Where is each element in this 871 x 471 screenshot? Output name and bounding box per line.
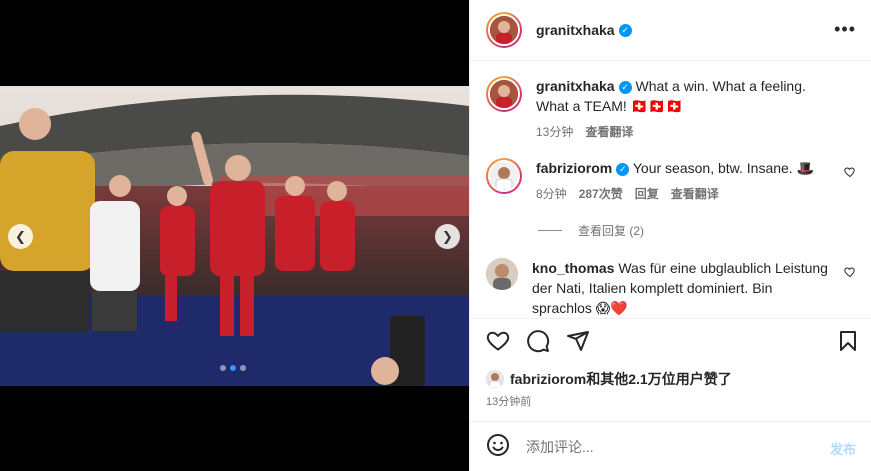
action-icons [486, 329, 856, 353]
chevron-left-icon[interactable]: ❮ [8, 224, 33, 249]
post-photo[interactable] [0, 86, 469, 386]
comment-username[interactable]: fabriziorom [536, 160, 612, 176]
likes-text[interactable]: fabriziorom和其他2.1万位用户赞了 [510, 369, 732, 389]
share-icon[interactable] [566, 329, 590, 353]
post-side-panel: granitxhaka ✓ ••• granitxhaka ✓ What a wi… [469, 0, 871, 471]
commenter-avatar[interactable] [486, 258, 518, 290]
commenter-avatar[interactable] [486, 158, 522, 194]
comment: fabriziorom ✓ Your season, btw. Insane. 🎩… [486, 158, 856, 204]
replies-divider [538, 230, 562, 231]
comment-text: Your season, btw. Insane. 🎩 [632, 160, 815, 176]
view-replies-button[interactable]: 查看回复 (2) [538, 222, 644, 239]
verified-badge-icon: ✓ [618, 23, 632, 37]
post-actions: fabriziorom和其他2.1万位用户赞了 13分钟前 [470, 318, 871, 418]
instagram-post: ❮ ❯ granitxhaka ✓ ••• granitxhaka ✓ What… [0, 0, 871, 471]
liker-avatar [486, 370, 504, 388]
verified-badge-icon: ✓ [618, 81, 632, 94]
caption: granitxhaka ✓ What a win. What a feeling.… [486, 76, 856, 142]
comment: kno_thomas Was für eine ubglaublich Leis… [486, 258, 856, 318]
comment-like-heart-icon[interactable] [844, 266, 856, 281]
author-avatar[interactable] [486, 12, 522, 48]
translate-link[interactable]: 查看翻译 [671, 184, 719, 204]
view-replies-label[interactable]: 查看回复 (2) [578, 222, 644, 239]
comment-likes[interactable]: 287次赞 [579, 184, 623, 204]
emoji-icon[interactable] [486, 433, 510, 460]
carousel-indicator [220, 365, 246, 371]
carousel-dot [220, 365, 226, 371]
post-comment-button[interactable]: 发布 [830, 439, 856, 458]
add-comment-bar: 发布 [470, 421, 871, 471]
heart-icon[interactable] [486, 329, 510, 353]
likes-summary[interactable]: fabriziorom和其他2.1万位用户赞了 [486, 369, 732, 389]
reply-button[interactable]: 回复 [635, 184, 659, 204]
carousel-dot-active [230, 365, 236, 371]
post-media: ❮ ❯ [0, 0, 469, 471]
comment-icon[interactable] [526, 329, 550, 353]
verified-badge-icon: ✓ [616, 163, 630, 176]
more-horizontal-icon[interactable]: ••• [834, 20, 856, 38]
comment-input[interactable] [526, 438, 806, 455]
author-username[interactable]: granitxhaka [536, 22, 615, 38]
post-header: granitxhaka ✓ ••• [470, 0, 871, 61]
author-avatar[interactable] [486, 76, 522, 112]
post-timestamp[interactable]: 13分钟前 [486, 393, 531, 409]
comment-time[interactable]: 8分钟 [536, 184, 567, 204]
comment-like-heart-icon[interactable] [844, 166, 856, 181]
bookmark-icon[interactable] [836, 329, 860, 353]
caption-time[interactable]: 13分钟 [536, 122, 573, 142]
comment-username[interactable]: kno_thomas [532, 260, 614, 276]
comments-list: granitxhaka ✓ What a win. What a feeling.… [470, 62, 871, 318]
translate-link[interactable]: 查看翻译 [585, 122, 633, 142]
caption-username[interactable]: granitxhaka [536, 78, 615, 94]
chevron-right-icon[interactable]: ❯ [435, 224, 460, 249]
carousel-dot [240, 365, 246, 371]
